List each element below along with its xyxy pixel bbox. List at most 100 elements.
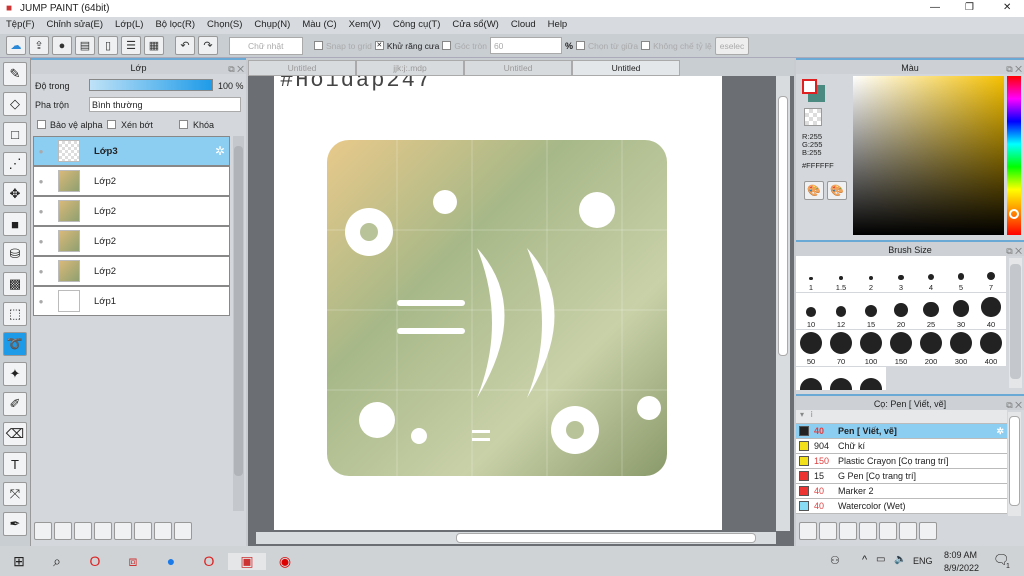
- brush-size-option[interactable]: 100: [856, 330, 886, 366]
- opacity-slider[interactable]: [89, 79, 213, 91]
- menu-help[interactable]: Help: [542, 17, 574, 34]
- bucket-tool-icon[interactable]: ⛁: [3, 242, 27, 266]
- edit-grid-icon[interactable]: ▦: [144, 36, 164, 55]
- menu-filter[interactable]: Bộ lọc(R): [149, 17, 201, 34]
- maximize-button[interactable]: ❐: [965, 2, 974, 13]
- gradient-tool-icon[interactable]: ▩: [3, 272, 27, 296]
- lasso-tool-icon[interactable]: ➰: [3, 332, 27, 356]
- app-icon[interactable]: ⧈: [114, 553, 152, 570]
- menu-edit[interactable]: Chỉnh sửa(E): [41, 17, 110, 34]
- undo-icon[interactable]: ↶: [175, 36, 195, 55]
- merge-icon[interactable]: [154, 522, 172, 540]
- brush-size-option[interactable]: 1.5: [826, 256, 856, 292]
- menu-view[interactable]: Xem(V): [343, 17, 387, 34]
- brush-row[interactable]: 150 Plastic Crayon [Cọ trang trí]: [796, 454, 1007, 469]
- brush-row[interactable]: 40 Pen [ Viết, vẽ] ✲: [796, 424, 1007, 439]
- redo-icon[interactable]: ↷: [198, 36, 218, 55]
- magic-wand-tool-icon[interactable]: ✦: [3, 362, 27, 386]
- cloud-icon[interactable]: ☁: [6, 36, 26, 55]
- visibility-icon[interactable]: ●: [34, 207, 48, 216]
- share-icon[interactable]: ⇪: [29, 36, 49, 55]
- brush-settings-icon[interactable]: [859, 522, 877, 540]
- layer-row[interactable]: ● Lớp3 ✲: [33, 136, 230, 166]
- rectangle-tool-icon[interactable]: □: [3, 122, 27, 146]
- jump-paint-taskbar-icon[interactable]: ▣: [228, 552, 266, 570]
- new-layer-1bit-icon[interactable]: [74, 522, 92, 540]
- visibility-icon[interactable]: ●: [34, 147, 48, 156]
- brush-row[interactable]: 904 Chữ kí: [796, 439, 1007, 454]
- brush-row[interactable]: 40 Watercolor (Wet): [796, 499, 1007, 514]
- duplicate-icon[interactable]: [899, 522, 917, 540]
- brush-size-option[interactable]: 4: [916, 256, 946, 292]
- brush-type-dropdown-icon[interactable]: [839, 522, 857, 540]
- layer-row[interactable]: ● Lớp1: [33, 286, 230, 316]
- transparent-color-swatch[interactable]: [804, 108, 822, 126]
- palette-icon[interactable]: 🎨: [804, 181, 824, 200]
- close-button[interactable]: ✕: [1003, 2, 1011, 13]
- canvas-vertical-scrollbar[interactable]: [776, 76, 790, 531]
- menu-file[interactable]: Tệp(F): [0, 17, 41, 34]
- comment-icon[interactable]: ●: [52, 36, 72, 55]
- panel-close-icon[interactable]: ⧉ ✕: [1006, 243, 1022, 259]
- dotted-line-tool-icon[interactable]: ⋰: [3, 152, 27, 176]
- menu-cloud[interactable]: Cloud: [505, 17, 542, 34]
- brush-size-option[interactable]: 12: [826, 293, 856, 329]
- battery-icon[interactable]: ▭: [876, 554, 885, 565]
- duplicate-icon[interactable]: [134, 522, 152, 540]
- brush-size-option[interactable]: 1: [796, 256, 826, 292]
- opera-gx-icon[interactable]: O: [190, 553, 228, 569]
- list-icon[interactable]: ☰: [121, 36, 141, 55]
- start-icon[interactable]: ⊞: [0, 553, 38, 570]
- folder-icon[interactable]: [114, 522, 132, 540]
- layer-settings-icon[interactable]: ✲: [215, 144, 225, 158]
- ratio-checkbox[interactable]: [641, 41, 651, 50]
- visibility-icon[interactable]: ●: [34, 267, 48, 276]
- record-icon[interactable]: ◉: [266, 553, 304, 570]
- menu-layer[interactable]: Lớp(L): [109, 17, 149, 34]
- brush-settings-icon[interactable]: ✲: [996, 426, 1004, 437]
- brush-size-option[interactable]: 70: [826, 330, 856, 366]
- layer-row[interactable]: ● Lớp2: [33, 196, 230, 226]
- layer-row[interactable]: ● Lớp2: [33, 256, 230, 286]
- language-indicator[interactable]: ENG: [913, 556, 933, 566]
- brush-size-option[interactable]: 20: [886, 293, 916, 329]
- brush-size-option[interactable]: [796, 367, 826, 390]
- round-checkbox[interactable]: [442, 41, 452, 50]
- move-tool-icon[interactable]: ✥: [3, 182, 27, 206]
- panel-close-icon[interactable]: ⧉ ✕: [1006, 397, 1022, 413]
- select-rect-tool-icon[interactable]: ⬚: [3, 302, 27, 326]
- panel-close-icon[interactable]: ⧉ ✕: [1006, 61, 1022, 77]
- new-layer-8bit-icon[interactable]: [54, 522, 72, 540]
- deselect-button[interactable]: eselec: [714, 36, 750, 55]
- canvas-horizontal-scrollbar[interactable]: [256, 532, 776, 544]
- panel-close-icon[interactable]: ⧉ ✕: [228, 61, 244, 77]
- brush-size-option[interactable]: 25: [916, 293, 946, 329]
- cloud-download-icon[interactable]: [799, 522, 817, 540]
- select-eraser-tool-icon[interactable]: ⌫: [3, 422, 27, 446]
- people-icon[interactable]: ⚇: [830, 554, 840, 567]
- menu-select[interactable]: Chọn(S): [201, 17, 248, 34]
- opera-icon[interactable]: O: [76, 553, 114, 569]
- shape-select[interactable]: Chữ nhật: [229, 36, 303, 55]
- page-icon[interactable]: ▯: [98, 36, 118, 55]
- palette-edit-icon[interactable]: 🎨: [827, 181, 847, 200]
- delete-icon[interactable]: [919, 522, 937, 540]
- brush-size-option[interactable]: 2: [856, 256, 886, 292]
- clock-time[interactable]: 8:09 AM: [944, 550, 977, 560]
- brush-size-option[interactable]: 15: [856, 293, 886, 329]
- tab-untitled-active[interactable]: Untitled: [572, 60, 680, 76]
- brush-size-option[interactable]: 200: [916, 330, 946, 366]
- note-icon[interactable]: ▤: [75, 36, 95, 55]
- eyedropper-tool-icon[interactable]: ✒: [3, 512, 27, 536]
- brush-size-option[interactable]: 10: [796, 293, 826, 329]
- brush-size-option[interactable]: 300: [946, 330, 976, 366]
- add-layer-dropdown-icon[interactable]: [94, 522, 112, 540]
- select-pen-tool-icon[interactable]: ✐: [3, 392, 27, 416]
- brush-size-option[interactable]: 7: [976, 256, 1006, 292]
- brush-size-option[interactable]: 400: [976, 330, 1006, 366]
- volume-icon[interactable]: 🔈: [894, 554, 906, 565]
- lock-checkbox[interactable]: [179, 120, 188, 129]
- tab-untitled-1[interactable]: Untitled: [248, 60, 356, 76]
- menu-window[interactable]: Cửa sổ(W): [446, 17, 504, 34]
- visibility-icon[interactable]: ●: [34, 297, 48, 306]
